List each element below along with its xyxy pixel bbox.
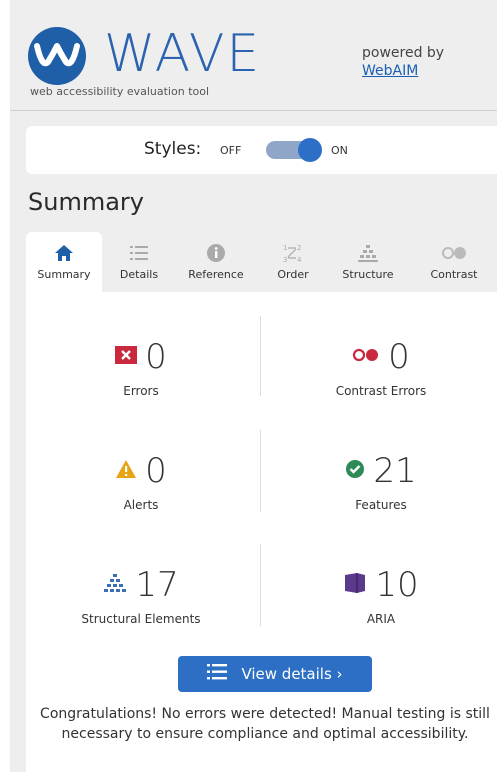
- alerts-summary[interactable]: 0 Alerts: [26, 448, 256, 512]
- tab-bar: Summary Details Reference 1 2 3 4 Order …: [26, 232, 497, 292]
- list-icon: [207, 663, 228, 685]
- svg-text:4: 4: [297, 256, 302, 264]
- styles-toggle-switch[interactable]: [266, 138, 322, 162]
- header: WAVE web accessibility evaluation tool p…: [10, 0, 497, 111]
- svg-text:2: 2: [297, 244, 301, 252]
- tab-order[interactable]: 1 2 3 4 Order: [262, 232, 324, 292]
- errors-count: 0: [145, 337, 167, 377]
- view-details-button[interactable]: View details ›: [178, 656, 372, 692]
- aria-icon: [343, 572, 367, 598]
- aria-summary[interactable]: 10 ARIA: [266, 562, 496, 626]
- structural-count: 17: [135, 565, 179, 605]
- features-label: Features: [355, 498, 407, 512]
- home-icon: [26, 238, 102, 268]
- styles-toggle-bar: Styles: OFF ON: [26, 126, 497, 174]
- features-summary[interactable]: 21 Features: [266, 448, 496, 512]
- errors-label: Errors: [123, 384, 159, 398]
- order-icon: 1 2 3 4: [262, 238, 324, 268]
- divider: [260, 430, 261, 512]
- webaim-link[interactable]: WebAIM: [362, 62, 444, 80]
- tab-label: Reference: [188, 268, 244, 281]
- styles-on-label: ON: [331, 144, 348, 157]
- tab-summary[interactable]: Summary: [26, 232, 102, 292]
- logo-wordmark: WAVE: [104, 24, 262, 84]
- structure-icon: [328, 238, 408, 268]
- errors-summary[interactable]: 0 Errors: [26, 334, 256, 398]
- structural-label: Structural Elements: [81, 612, 201, 626]
- wave-sidebar: WAVE web accessibility evaluation tool p…: [10, 0, 497, 772]
- logo-subtitle: web accessibility evaluation tool: [30, 85, 210, 98]
- alerts-count: 0: [145, 451, 167, 491]
- contrast-errors-count: 0: [388, 337, 410, 377]
- structural-summary[interactable]: 17 Structural Elements: [26, 562, 256, 626]
- alert-icon: [115, 459, 137, 483]
- page-title: Summary: [28, 188, 144, 216]
- alerts-label: Alerts: [123, 498, 159, 512]
- view-details-label: View details ›: [241, 665, 343, 683]
- tab-details[interactable]: Details: [108, 232, 170, 292]
- tab-label: Order: [277, 268, 309, 281]
- svg-text:1: 1: [283, 244, 287, 252]
- structure-icon: [103, 572, 127, 598]
- contrast-errors-label: Contrast Errors: [335, 384, 427, 398]
- tab-label: Summary: [37, 268, 91, 281]
- aria-label: ARIA: [366, 612, 396, 626]
- tab-structure[interactable]: Structure: [328, 232, 408, 292]
- aria-count: 10: [375, 565, 419, 605]
- svg-text:3: 3: [283, 256, 287, 264]
- styles-off-label: OFF: [220, 144, 242, 157]
- tab-contrast[interactable]: Contrast: [414, 232, 494, 292]
- summary-panel: 0 Errors 0 Contrast Errors 0 Alerts 21 F…: [26, 292, 497, 772]
- styles-label: Styles:: [144, 139, 202, 159]
- powered-by-text: powered by: [362, 45, 445, 61]
- tab-reference[interactable]: Reference: [176, 232, 256, 292]
- divider: [260, 544, 261, 626]
- toggle-knob: [298, 138, 322, 162]
- wave-logo-icon: [28, 27, 86, 85]
- congrats-message: Congratulations! No errors were detected…: [40, 706, 490, 742]
- list-icon: [108, 238, 170, 268]
- check-icon: [345, 459, 365, 483]
- error-icon: [115, 345, 138, 369]
- contrast-error-icon: [352, 347, 380, 367]
- contrast-errors-summary[interactable]: 0 Contrast Errors: [266, 334, 496, 398]
- features-count: 21: [373, 451, 417, 491]
- tab-label: Details: [119, 268, 159, 281]
- info-icon: [176, 238, 256, 268]
- contrast-icon: [414, 238, 494, 268]
- tab-label: Contrast: [430, 268, 478, 281]
- divider: [260, 316, 261, 396]
- tab-label: Structure: [342, 268, 394, 281]
- powered-by: powered by WebAIM: [362, 44, 444, 80]
